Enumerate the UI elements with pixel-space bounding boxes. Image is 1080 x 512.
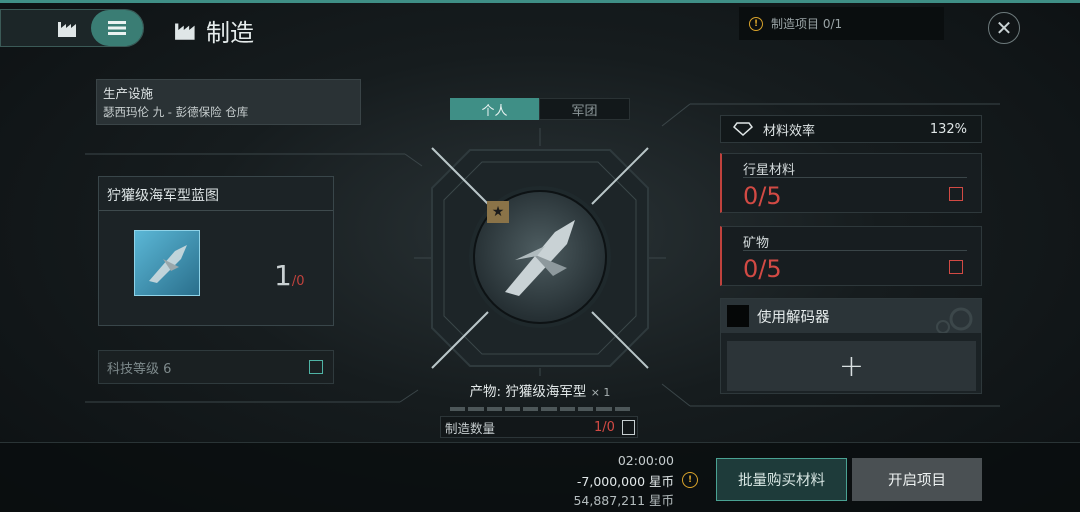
material-name: 行星材料: [743, 163, 796, 178]
close-icon: ✕: [995, 16, 1013, 40]
divider: [743, 177, 967, 178]
efficiency-label: 材料效率: [763, 123, 816, 139]
list-icon: [108, 21, 126, 35]
expand-icon: [309, 360, 323, 374]
diamond-icon: [733, 122, 753, 136]
material-efficiency: 材料效率 132%: [720, 115, 982, 143]
manufacture-quantity[interactable]: 制造数量 1/0: [440, 416, 638, 438]
quantity-value: 1/0: [594, 419, 615, 435]
divider: [99, 210, 333, 211]
page-title: 制造: [174, 12, 254, 48]
efficiency-value: 132%: [929, 121, 967, 137]
factory-icon: [175, 23, 195, 40]
product-label: 产物: 狞獾级海军型 × 1: [440, 380, 640, 400]
balance-text: 54,887,211 星币: [573, 493, 674, 508]
blueprint-count-value: 1: [274, 259, 292, 292]
material-name: 矿物: [743, 236, 770, 251]
product-name: 狞獾级海军型: [505, 384, 587, 400]
blueprint-count-max: /0: [291, 274, 305, 289]
tab-corporation[interactable]: 军团: [539, 98, 630, 120]
manufacturing-notice: ! 制造项目 0/1: [739, 7, 944, 40]
divider: [743, 250, 967, 251]
star-icon: ★: [487, 201, 509, 223]
expand-icon: [949, 187, 963, 201]
tech-level-text: 科技等级 6: [107, 361, 172, 377]
warning-icon: !: [749, 16, 763, 31]
material-minerals[interactable]: 矿物 0/5: [720, 226, 982, 286]
facility-location: 瑟西玛伦 九 - 彭德保险 仓库: [103, 105, 249, 119]
material-planetary[interactable]: 行星材料 0/5: [720, 153, 982, 213]
tab-personal[interactable]: 个人: [450, 98, 539, 120]
blueprint-name: 狞獾级海军型蓝图: [107, 188, 219, 204]
blueprint-image: [134, 230, 200, 296]
factory-mode-button[interactable]: [1, 10, 91, 46]
tech-level[interactable]: 科技等级 6: [98, 350, 334, 384]
add-decoder-button[interactable]: +: [727, 341, 976, 391]
factory-icon: [58, 22, 76, 37]
ship-icon: [149, 245, 187, 283]
calculator-icon[interactable]: [622, 420, 635, 435]
decoder-label: 使用解码器: [757, 309, 830, 326]
decoder-checkbox[interactable]: [727, 305, 749, 327]
production-facility[interactable]: 生产设施 瑟西玛伦 九 - 彭德保险 仓库: [96, 79, 361, 125]
duration-text: 02:00:00: [617, 453, 674, 468]
gear-icon: [936, 307, 973, 333]
product-multiplier: × 1: [590, 386, 611, 399]
warning-icon[interactable]: !: [682, 472, 698, 488]
bulk-buy-materials-button[interactable]: 批量购买材料: [716, 458, 847, 501]
cost-text: -7,000,000 星币: [576, 474, 674, 489]
blueprint-card[interactable]: 狞獾级海军型蓝图 1/0: [98, 176, 334, 326]
plus-icon: +: [838, 348, 865, 384]
facility-label: 生产设施: [103, 86, 154, 101]
decoder-panel: 使用解码器 +: [720, 298, 982, 394]
expand-icon: [949, 260, 963, 274]
product-prefix: 产物:: [469, 384, 502, 400]
quantity-progress: [450, 407, 630, 411]
start-project-button[interactable]: 开启项目: [852, 458, 982, 501]
material-value: 0/5: [743, 182, 782, 210]
notice-text: 制造项目 0/1: [771, 17, 843, 31]
material-value: 0/5: [743, 255, 782, 283]
ownership-tabs: 个人 军团: [450, 98, 630, 120]
quantity-label: 制造数量: [445, 420, 496, 436]
page-title-text: 制造: [206, 18, 254, 47]
blueprint-count: 1/0: [274, 259, 304, 292]
close-button[interactable]: ✕: [988, 12, 1020, 44]
mode-switch[interactable]: [0, 9, 144, 47]
list-mode-button[interactable]: [91, 10, 143, 46]
